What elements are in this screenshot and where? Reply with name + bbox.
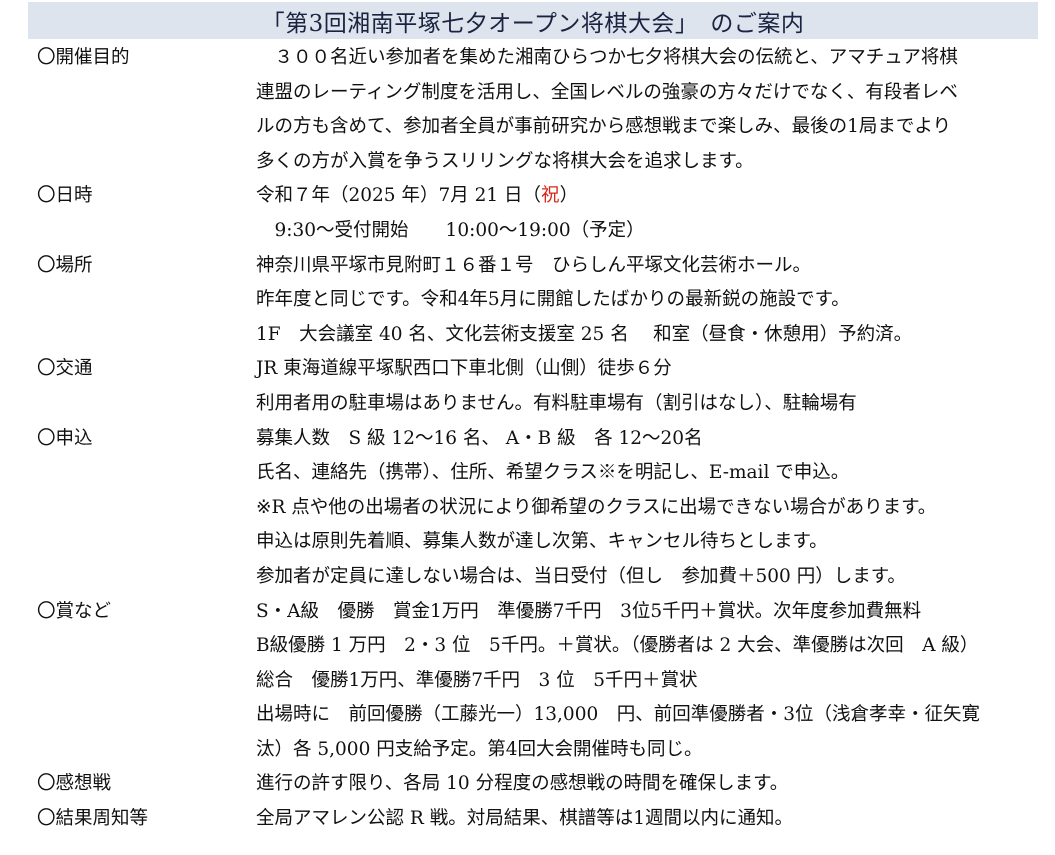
section-label-review: 〇感想戦 [37,773,112,795]
prizes-line: 汰）各 5,000 円支給予定。第4回大会開催時も同じ。 [256,738,703,760]
announcement-body: 〇開催目的 ３００名近い参加者を集めた湘南ひらつか七夕将棋大会の伝統と、アマチュ… [0,41,1055,837]
tournament-announcement: 「第3回湘南平塚七夕オープン将棋大会」 のご案内 〇開催目的 ３００名近い参加者… [0,0,1055,855]
section-label-access: 〇交通 [37,358,93,380]
application-line: 募集人数 S 級 12～16 名、 A・B 級 各 12～20名 [256,427,703,449]
event-time-line: 9:30～受付開始 10:00～19:00（予定） [256,219,645,241]
section-label-purpose: 〇開催目的 [37,47,130,68]
prizes-line: 総合 優勝1万円、準優勝7千円 3 位 5千円＋賞状 [256,669,698,691]
section-content-datetime: 令和７年（2025 年）7月 21 日（祝） 9:30～受付開始 10:00～1… [256,179,1055,248]
review-line: 進行の許す限り、各局 10 分程度の感想戦の時間を確保します。 [256,773,789,795]
access-line: JR 東海道線平塚駅西口下車北側（山側）徒歩６分 [256,358,672,380]
section-label-results: 〇結果周知等 [37,808,149,830]
section-label-application: 〇申込 [37,427,93,449]
prizes-line: S・A級 優勝 賞金1万円 準優勝7千円 3位5千円＋賞状。次年度参加費無料 [256,600,922,622]
holiday-mark: 祝 [541,185,560,207]
purpose-line: ３００名近い参加者を集めた湘南ひらつか七夕将棋大会の伝統と、アマチュア将棋 [256,47,958,68]
section-content-venue: 神奈川県平塚市見附町１６番１号 ひらしん平塚文化芸術ホール。 昨年度と同じです。… [256,249,1055,353]
section-content-application: 募集人数 S 級 12～16 名、 A・B 級 各 12～20名 氏名、連絡先（… [256,422,1055,595]
prizes-line: 出場時に 前回優勝（工藤光一）13,000 円、前回準優勝者・3位（浅倉孝幸・征… [256,704,981,726]
event-date-line: 令和７年（2025 年）7月 21 日（祝） [256,179,1055,214]
venue-line: 1F 大会議室 40 名、文化芸術支援室 25 名 和室（昼食・休憩用）予約済。 [256,323,913,345]
purpose-line: 連盟のレーティング制度を活用し、全国レベルの強豪の方々だけでなく、有段者レベ [256,81,958,103]
application-line: 氏名、連絡先（携帯）、住所、希望クラス※を明記し、E-mail で申込。 [256,462,850,484]
venue-line: 神奈川県平塚市見附町１６番１号 ひらしん平塚文化芸術ホール。 [256,254,812,276]
section-purpose: 〇開催目的 ３００名近い参加者を集めた湘南ひらつか七夕将棋大会の伝統と、アマチュ… [0,41,1055,179]
access-line: 利用者用の駐車場はありません。有料駐車場有（割引はなし）、駐輪場有 [256,392,857,414]
section-label-venue: 〇場所 [37,254,93,276]
application-line: ※R 点や他の出場者の状況により御希望のクラスに出場できない場合があります。 [256,496,937,518]
page-title: 「第3回湘南平塚七夕オープン将棋大会」 のご案内 [261,10,805,37]
application-line: 参加者が定員に達しない場合は、当日受付（但し 参加費＋500 円）します。 [256,565,906,587]
section-label-prizes: 〇賞など [37,600,112,622]
section-datetime: 〇日時 令和７年（2025 年）7月 21 日（祝） 9:30～受付開始 10:… [0,179,1055,248]
section-review: 〇感想戦 進行の許す限り、各局 10 分程度の感想戦の時間を確保します。 [0,767,1055,802]
application-line: 申込は原則先着順、募集人数が達し次第、キャンセル待ちとします。 [256,531,828,553]
section-content-results: 全局アマレン公認 R 戦。対局結果、棋譜等は1週間以内に通知。 [256,802,1055,837]
section-content-purpose: ３００名近い参加者を集めた湘南ひらつか七夕将棋大会の伝統と、アマチュア将棋 連盟… [256,41,1055,179]
purpose-line: 多くの方が入賞を争うスリリングな将棋大会を追求します。 [256,150,754,172]
section-venue: 〇場所 神奈川県平塚市見附町１６番１号 ひらしん平塚文化芸術ホール。 昨年度と同… [0,249,1055,353]
section-prizes: 〇賞など S・A級 優勝 賞金1万円 準優勝7千円 3位5千円＋賞状。次年度参加… [0,595,1055,768]
purpose-line: ルの方も含めて、参加者全員が事前研究から感想戦まで楽しみ、最後の1局までより [256,116,951,138]
section-application: 〇申込 募集人数 S 級 12～16 名、 A・B 級 各 12～20名 氏名、… [0,422,1055,595]
section-content-access: JR 東海道線平塚駅西口下車北側（山側）徒歩６分 利用者用の駐車場はありません。… [256,352,1055,421]
section-results: 〇結果周知等 全局アマレン公認 R 戦。対局結果、棋譜等は1週間以内に通知。 [0,802,1055,837]
section-content-prizes: S・A級 優勝 賞金1万円 準優勝7千円 3位5千円＋賞状。次年度参加費無料 B… [256,595,1055,768]
results-line: 全局アマレン公認 R 戦。対局結果、棋譜等は1週間以内に通知。 [256,808,793,830]
section-label-datetime: 〇日時 [37,185,93,207]
venue-line: 昨年度と同じです。令和4年5月に開館したばかりの最新鋭の施設です。 [256,289,850,311]
event-date-close: ） [559,185,579,207]
prizes-line: B級優勝 1 万円 2・3 位 5千円。＋賞状。（優勝者は 2 大会、準優勝は次… [256,635,979,657]
title-band: 「第3回湘南平塚七夕オープン将棋大会」 のご案内 [28,2,1038,39]
section-access: 〇交通 JR 東海道線平塚駅西口下車北側（山側）徒歩６分 利用者用の駐車場はあり… [0,352,1055,421]
section-content-review: 進行の許す限り、各局 10 分程度の感想戦の時間を確保します。 [256,767,1055,802]
event-date: 令和７年（2025 年）7月 21 日（ [256,185,542,207]
